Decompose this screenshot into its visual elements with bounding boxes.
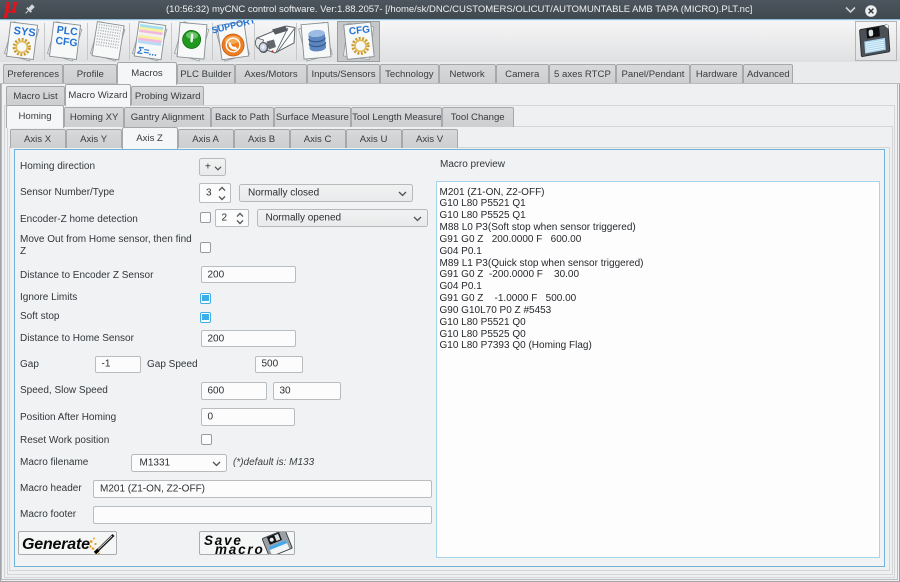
svg-text:CFG: CFG [348,24,370,37]
